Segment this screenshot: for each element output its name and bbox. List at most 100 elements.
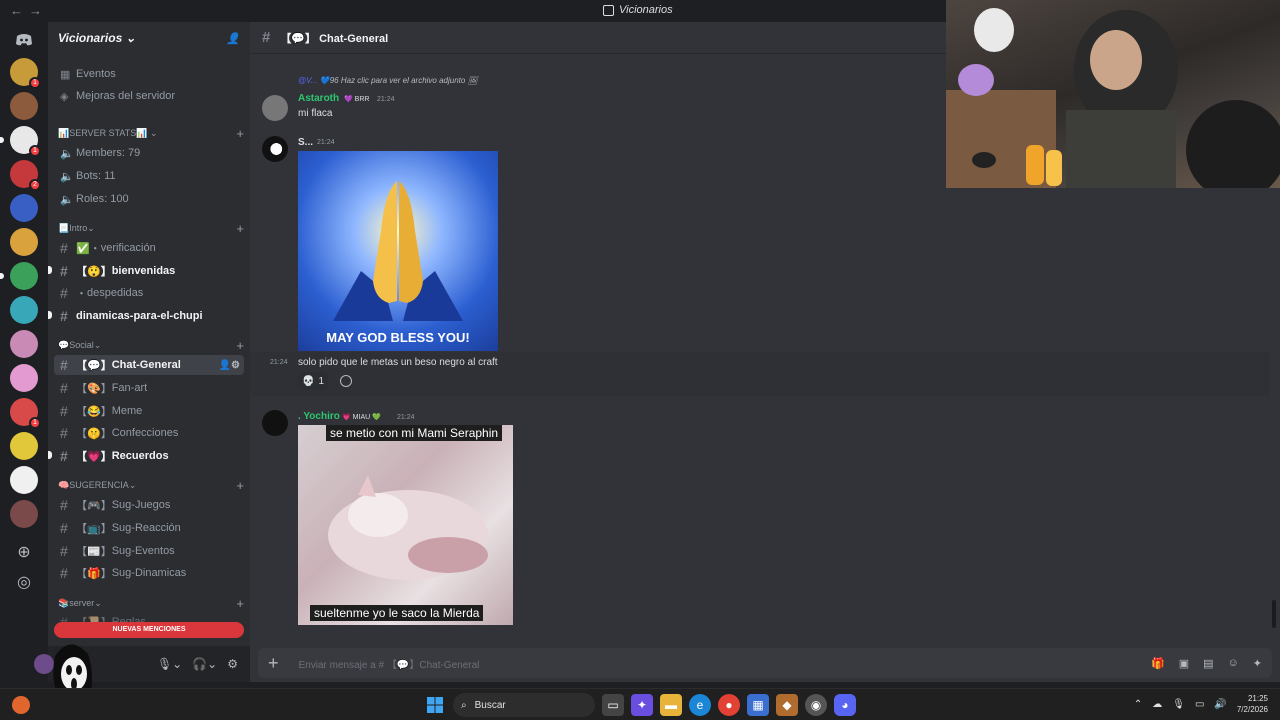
edge-icon[interactable]: e [689, 694, 711, 716]
message-author[interactable]: Astaroth [298, 93, 339, 104]
webcam-overlay [946, 0, 1280, 188]
channel-bienvenidas[interactable]: # 【😲】 bienvenidas [54, 261, 244, 281]
server-icon[interactable]: 1 [10, 58, 41, 89]
scrollbar[interactable] [1272, 600, 1276, 628]
explore-icon[interactable]: ◎ [10, 568, 38, 596]
emoji-icon[interactable]: ☺ [1228, 657, 1239, 670]
add-server-icon[interactable]: ⊕ [10, 538, 38, 566]
channel-recuerdos[interactable]: # 【💗】 Recuerdos [54, 446, 244, 466]
clock[interactable]: 21:25 7/2/2026 [1237, 693, 1268, 715]
avatar[interactable] [262, 410, 288, 436]
headphones-icon[interactable]: 🎧⌄ [192, 657, 217, 671]
volume-icon[interactable]: 🔊 [1214, 699, 1226, 710]
channel-chat-general[interactable]: # 【💬】 Chat-General 👤⚙ [54, 355, 244, 375]
category-server-stats[interactable]: 📊 SERVER STATS 📊 ⌄ + [58, 126, 244, 141]
boost-icon: ◈ [60, 90, 69, 103]
server-icon[interactable]: 1 [10, 398, 41, 429]
message-author[interactable]: S... [298, 137, 313, 148]
server-icon[interactable] [10, 228, 38, 256]
add-reaction-icon[interactable] [340, 375, 352, 387]
channel-sug-juegos[interactable]: # 【🎮】 Sug-Juegos [54, 495, 244, 515]
timestamp: 21:24 [397, 414, 415, 421]
taskbar-search[interactable]: ⌕ Buscar [453, 693, 595, 717]
add-member-icon[interactable]: 👤 [226, 32, 240, 45]
boost-item[interactable]: ◈ Mejoras del servidor [54, 86, 244, 106]
server-icon[interactable] [10, 500, 38, 528]
server-icon[interactable] [10, 194, 38, 222]
events-item[interactable]: ▦ Eventos [54, 64, 244, 84]
discord-taskbar-icon[interactable]: ◕ [834, 694, 856, 716]
hash-icon: # [262, 29, 271, 46]
role-tag: 💜 BRR [344, 96, 370, 103]
category-server[interactable]: 📚 server ⌄ + [58, 596, 244, 611]
reply-preview[interactable]: @V... 💙96 Haz clic para ver el archivo a… [298, 76, 478, 85]
windows-taskbar: ⌕ Buscar ▭ ✦ ▬ e ● ▦ ◆ ◉ ◕ ⌃ ☁ 🎙 ▭ 🔊 21:… [0, 688, 1280, 720]
message-author[interactable]: . Yochiro [298, 411, 340, 422]
gear-icon[interactable]: ⚙ [227, 657, 238, 671]
server-icon[interactable] [10, 92, 38, 120]
server-icon [603, 4, 614, 16]
category-social[interactable]: 💬 Social ⌄ + [58, 338, 244, 353]
onedrive-icon[interactable]: ☁ [1152, 699, 1162, 710]
channel-fan-art[interactable]: # 【🎨】 Fan-art [54, 378, 244, 398]
stat-bots[interactable]: 🔈 Bots: 11 [54, 166, 244, 186]
server-name: Vicionarios [58, 31, 123, 45]
skull-icon: 💀 [301, 375, 315, 387]
channel-title: Chat-General [319, 32, 389, 45]
chrome-icon[interactable]: ● [718, 694, 740, 716]
server-icon[interactable]: 2 [10, 160, 41, 191]
channel-sug-dinamicas[interactable]: # 【🎁】 Sug-Dinamicas [54, 563, 244, 583]
category-intro[interactable]: 📃 Intro ⌄ + [58, 221, 244, 236]
copilot-icon[interactable]: ✦ [631, 694, 653, 716]
server-icon[interactable] [10, 330, 38, 358]
speaker-icon: 🔈 [60, 170, 74, 183]
message-input[interactable]: Enviar mensaje a # 【💬】Chat-General [299, 656, 480, 671]
file-explorer-icon[interactable]: ▬ [660, 694, 682, 716]
server-icon[interactable] [0, 262, 38, 290]
server-icon[interactable] [10, 296, 38, 324]
avatar[interactable] [262, 136, 288, 162]
server-icon[interactable] [10, 466, 38, 494]
attachment-image[interactable]: MAY GOD BLESS YOU! [298, 151, 498, 351]
channel-confecciones[interactable]: # 【🤫】 Confecciones [54, 423, 244, 443]
app-icon[interactable]: ◉ [805, 694, 827, 716]
stat-members[interactable]: 🔈 Members: 79 [54, 143, 244, 163]
channel-meme[interactable]: # 【😂】 Meme [54, 401, 244, 421]
channel-despedidas[interactable]: # ・ despedidas [54, 283, 244, 303]
channel-sug-eventos[interactable]: # 【📰】 Sug-Eventos [54, 541, 244, 561]
server-header[interactable]: Vicionarios ⌄ 👤 [48, 22, 250, 54]
discord-home-icon[interactable] [10, 26, 38, 54]
avatar[interactable] [262, 95, 288, 121]
calendar-icon: ▦ [60, 68, 71, 81]
channel-sug-reaccion[interactable]: # 【📺】 Sug-Reacción [54, 518, 244, 538]
channel-dinamicas[interactable]: # dinamicas-para-el-chupi [54, 306, 244, 326]
mic-tray-icon[interactable]: 🎙 [1172, 699, 1185, 710]
server-icon[interactable]: 1 [0, 126, 41, 157]
app-icon[interactable]: ◆ [776, 694, 798, 716]
upload-plus-icon[interactable]: + [268, 653, 279, 674]
attachment-image[interactable]: se metio con mi Mami Seraphin sueltenme … [298, 425, 513, 625]
tray-chevron-icon[interactable]: ⌃ [1134, 699, 1142, 710]
sticker-icon[interactable]: ▤ [1203, 657, 1213, 670]
stat-roles[interactable]: 🔈 Roles: 100 [54, 189, 244, 209]
message-text: mi flaca [298, 108, 333, 119]
category-sugerencia[interactable]: 🧠 SUGERENCIA ⌄ + [58, 478, 244, 493]
task-view-icon[interactable]: ▭ [602, 694, 624, 716]
message-composer[interactable]: + Enviar mensaje a # 【💬】Chat-General 🎁 ▣… [258, 648, 1272, 678]
widgets-icon[interactable] [12, 696, 30, 714]
gift-icon[interactable]: 🎁 [1151, 657, 1165, 670]
back-forward-arrows[interactable]: ←→ [10, 3, 48, 18]
server-icon[interactable] [10, 432, 38, 460]
apps-icon[interactable]: ✦ [1253, 657, 1262, 670]
channel-settings-icon[interactable]: 👤⚙ [219, 360, 240, 371]
server-icon[interactable] [10, 364, 38, 392]
channel-verificacion[interactable]: # ✅・ verificación [54, 238, 244, 258]
speaker-icon: 🔈 [60, 193, 74, 206]
start-icon[interactable] [424, 694, 446, 716]
image-caption: sueltenme yo le saco la Mierda [310, 605, 484, 621]
network-icon[interactable]: ▭ [1195, 699, 1204, 710]
store-icon[interactable]: ▦ [747, 694, 769, 716]
gif-icon[interactable]: ▣ [1179, 657, 1189, 670]
reaction-skull[interactable]: 💀 1 [298, 372, 328, 390]
microphone-icon[interactable]: 🎙⌄ [157, 657, 182, 671]
